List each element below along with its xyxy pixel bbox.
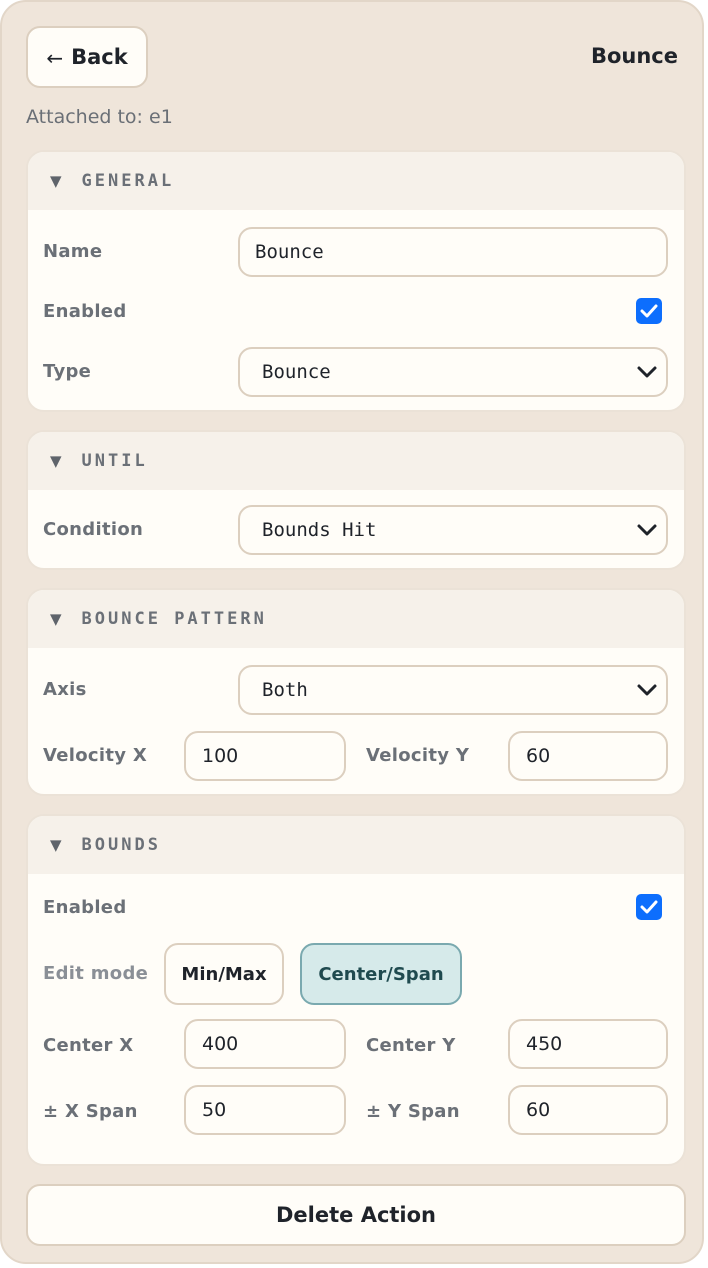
velocity-y-label: Velocity Y: [366, 745, 470, 766]
center-x-input[interactable]: [184, 1019, 346, 1069]
type-select[interactable]: Bounce: [238, 347, 668, 397]
y-span-label: ± Y Span: [366, 1101, 460, 1122]
mode-centerspan-button[interactable]: Center/Span: [300, 943, 462, 1005]
chevron-down-icon: [637, 366, 657, 378]
center-x-label: Center X: [43, 1035, 134, 1056]
bounce-pattern-section-title: BOUNCE PATTERN: [81, 609, 267, 629]
velocity-y-input[interactable]: [508, 731, 668, 781]
until-section-header[interactable]: ▼ UNTIL: [28, 432, 684, 490]
axis-select-value: Both: [262, 679, 308, 701]
collapse-triangle-icon: ▼: [50, 610, 62, 628]
checkmark-icon: [640, 900, 658, 914]
chevron-down-icon: [637, 684, 657, 696]
name-label: Name: [43, 241, 103, 262]
checkmark-icon: [640, 304, 658, 318]
bounce-pattern-section: ▼ BOUNCE PATTERN Axis Both Velocity X Ve…: [26, 588, 686, 796]
x-span-input[interactable]: [184, 1085, 346, 1135]
back-label: Back: [71, 45, 128, 69]
condition-label: Condition: [43, 519, 144, 540]
general-section: ▼ GENERAL Name Enabled Type Bounce: [26, 150, 686, 412]
y-span-input[interactable]: [508, 1085, 668, 1135]
bounds-section: ▼ BOUNDS Enabled Edit mode Min/Max Cente…: [26, 814, 686, 1166]
general-section-header[interactable]: ▼ GENERAL: [28, 152, 684, 210]
name-input[interactable]: [238, 227, 668, 277]
velocity-x-label: Velocity X: [43, 745, 148, 766]
edit-mode-label: Edit mode: [43, 963, 149, 984]
bounds-enabled-label: Enabled: [43, 897, 127, 918]
general-section-title: GENERAL: [81, 171, 175, 191]
velocity-x-input[interactable]: [184, 731, 346, 781]
type-select-value: Bounce: [262, 361, 331, 383]
collapse-triangle-icon: ▼: [50, 172, 62, 190]
center-y-label: Center Y: [366, 1035, 456, 1056]
attached-to-text: Attached to: e1: [26, 106, 173, 128]
until-section-title: UNTIL: [81, 451, 148, 471]
condition-select[interactable]: Bounds Hit: [238, 505, 668, 555]
center-y-input[interactable]: [508, 1019, 668, 1069]
action-editor-panel: ← Back Bounce Attached to: e1 ▼ GENERAL …: [0, 0, 704, 1264]
bounds-enabled-checkbox[interactable]: [636, 894, 662, 920]
type-label: Type: [43, 361, 92, 382]
page-title: Bounce: [590, 44, 678, 68]
axis-select[interactable]: Both: [238, 665, 668, 715]
enabled-checkbox[interactable]: [636, 298, 662, 324]
chevron-down-icon: [637, 524, 657, 536]
x-span-label: ± X Span: [43, 1101, 138, 1122]
condition-select-value: Bounds Hit: [262, 519, 377, 541]
bounce-pattern-section-header[interactable]: ▼ BOUNCE PATTERN: [28, 590, 684, 648]
collapse-triangle-icon: ▼: [50, 452, 62, 470]
bounds-section-title: BOUNDS: [81, 835, 161, 855]
axis-label: Axis: [43, 679, 87, 700]
back-button[interactable]: ← Back: [26, 26, 148, 88]
until-section: ▼ UNTIL Condition Bounds Hit: [26, 430, 686, 570]
delete-action-button[interactable]: Delete Action: [26, 1184, 686, 1246]
collapse-triangle-icon: ▼: [50, 836, 62, 854]
bounds-section-header[interactable]: ▼ BOUNDS: [28, 816, 684, 874]
enabled-label: Enabled: [43, 301, 127, 322]
back-arrow-icon: ←: [46, 46, 64, 70]
mode-minmax-button[interactable]: Min/Max: [164, 943, 284, 1005]
